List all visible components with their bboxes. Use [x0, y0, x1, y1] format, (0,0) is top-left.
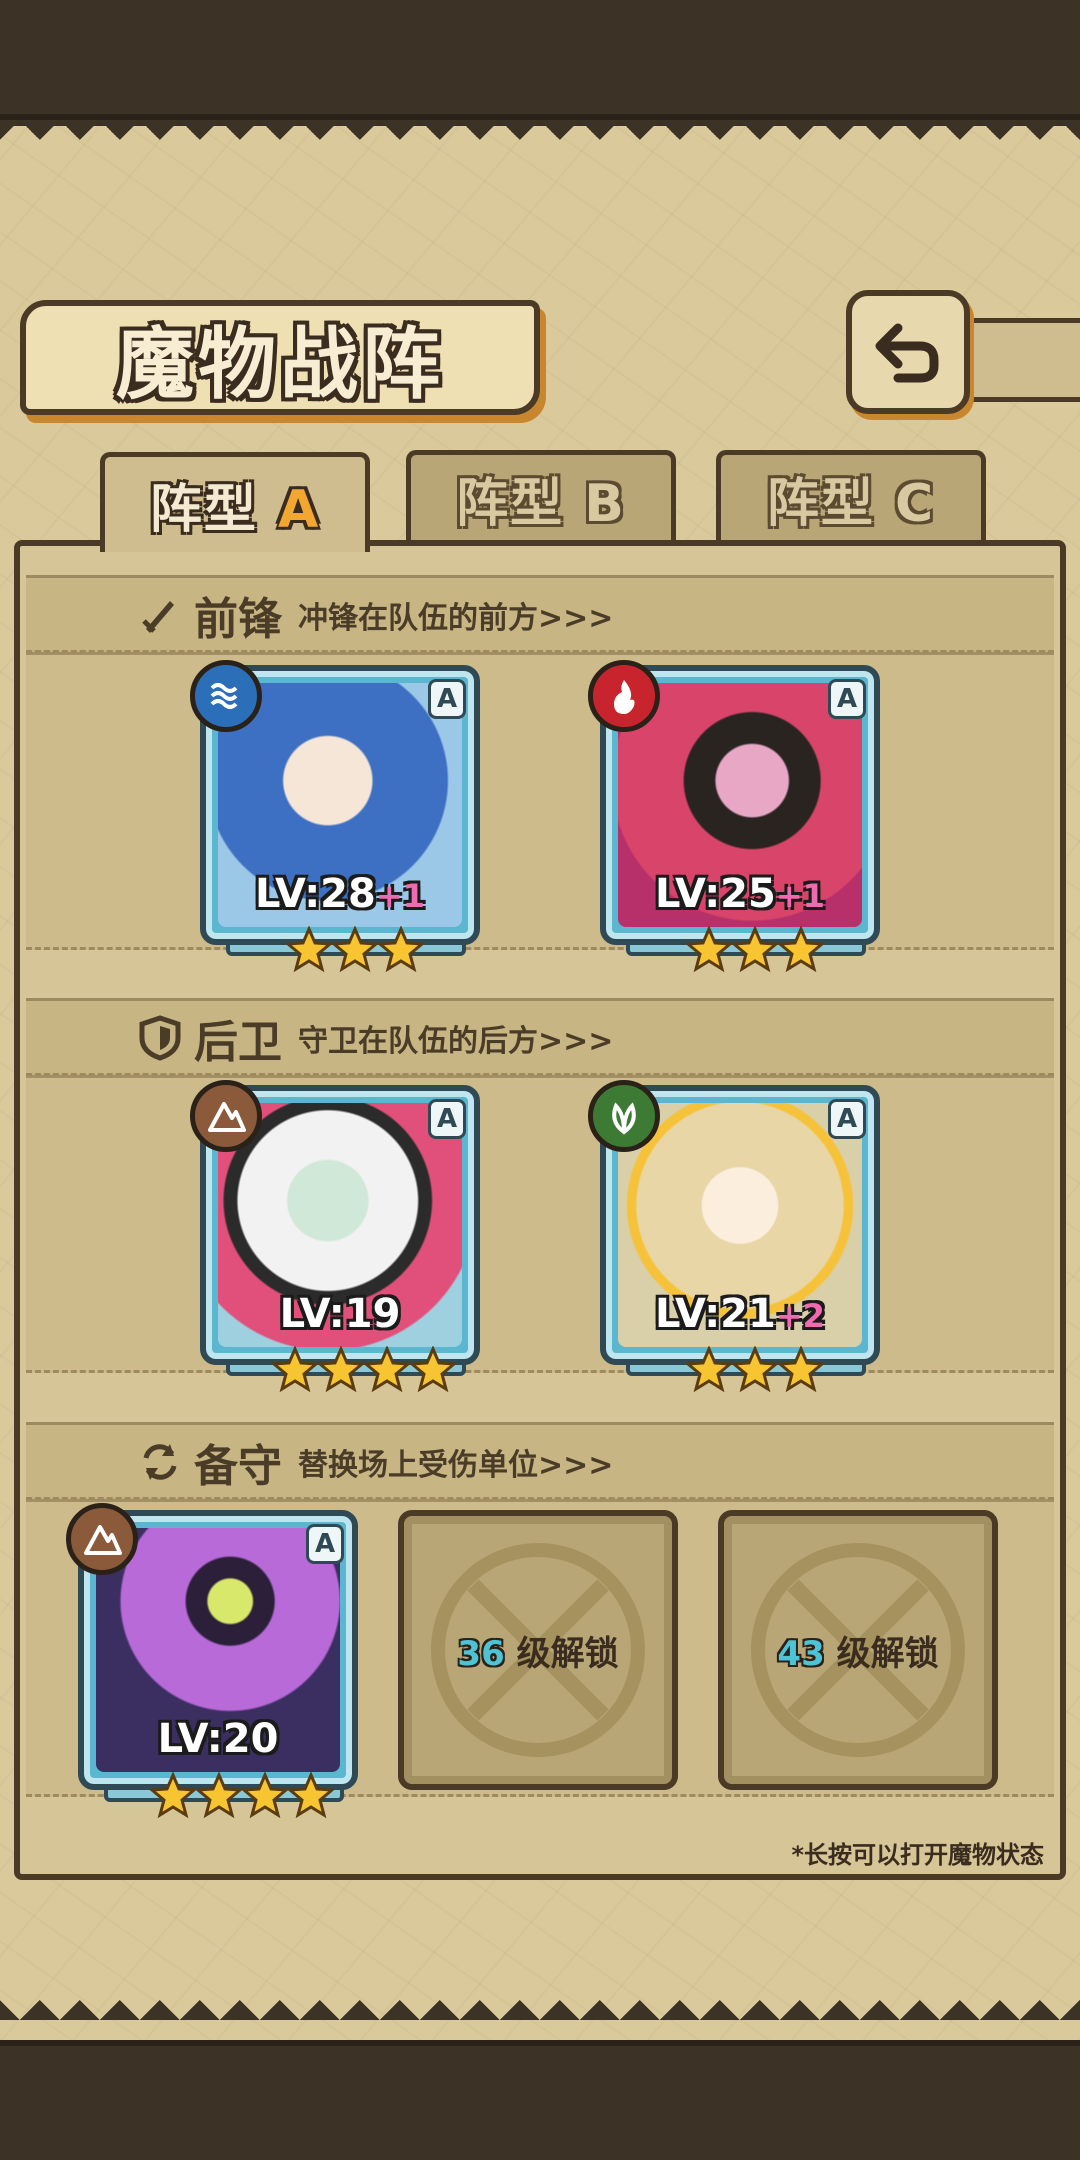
star-icon	[318, 1346, 364, 1392]
level-label: LV:28+1	[255, 871, 425, 917]
star-icon	[686, 1346, 732, 1392]
shield-icon	[139, 1015, 181, 1061]
top-zigzag-edge	[0, 120, 1080, 160]
front-row-band	[26, 650, 1054, 950]
star-icon	[286, 926, 332, 972]
sword-icon	[142, 601, 174, 633]
star-icon	[778, 926, 824, 972]
section-header-rear: 后卫 守卫在队伍的后方>>>	[26, 998, 1054, 1078]
star-icon	[778, 1346, 824, 1392]
locked-slot[interactable]: 36 级解锁	[398, 1510, 678, 1790]
level-label: LV:21+2	[655, 1291, 825, 1337]
unlock-level-text: 36 级解锁	[457, 1633, 619, 1674]
rank-badge: A	[428, 1099, 466, 1139]
star-rating	[686, 926, 824, 976]
section-header-front: 前锋 冲锋在队伍的前方>>>	[26, 575, 1054, 655]
section-header-reserve: 备守 替换场上受伤单位>>>	[26, 1422, 1054, 1502]
section-title: 前锋	[194, 594, 282, 645]
star-icon	[242, 1772, 288, 1818]
level-label: LV:19	[279, 1291, 401, 1337]
tab-formation-b[interactable]: 阵型 B	[406, 450, 676, 542]
star-icon	[288, 1772, 334, 1818]
wood-element-icon	[588, 1080, 660, 1152]
section-desc: 守卫在队伍的后方>>>	[298, 1024, 614, 1059]
rank-badge: A	[828, 679, 866, 719]
level-label: LV:20	[157, 1716, 279, 1762]
star-icon	[332, 926, 378, 972]
fire-element-icon	[588, 660, 660, 732]
bottom-zigzag-edge	[0, 2000, 1080, 2040]
page-title: 魔物战阵	[115, 318, 444, 410]
star-icon	[272, 1346, 318, 1392]
star-icon	[732, 926, 778, 972]
star-rating	[286, 926, 424, 976]
page-title-plate: 魔物战阵	[20, 300, 540, 415]
locked-slot[interactable]: 43 级解锁	[718, 1510, 998, 1790]
level-label: LV:25+1	[655, 871, 825, 917]
star-rating	[150, 1772, 334, 1822]
rear-row-band	[26, 1073, 1054, 1373]
rank-badge: A	[828, 1099, 866, 1139]
water-element-icon	[190, 660, 262, 732]
earth-element-icon	[66, 1503, 138, 1575]
tab-label: 阵型 A	[149, 480, 321, 540]
section-title: 后卫	[194, 1017, 282, 1068]
long-press-hint: *长按可以打开魔物状态	[791, 1841, 1044, 1869]
star-icon	[150, 1772, 196, 1818]
rank-badge: A	[306, 1524, 344, 1564]
unlock-level-text: 43 级解锁	[777, 1633, 939, 1674]
star-icon	[196, 1772, 242, 1818]
back-button[interactable]	[846, 290, 970, 414]
bottom-border-band	[0, 2040, 1080, 2160]
top-border-band	[0, 0, 1080, 120]
star-icon	[378, 926, 424, 972]
star-icon	[364, 1346, 410, 1392]
star-rating	[686, 1346, 824, 1396]
earth-element-icon	[190, 1080, 262, 1152]
star-icon	[686, 926, 732, 972]
rank-badge: A	[428, 679, 466, 719]
section-desc: 冲锋在队伍的前方>>>	[298, 601, 614, 636]
star-icon	[732, 1346, 778, 1392]
swap-icon	[143, 1444, 177, 1480]
tab-label: 阵型 C	[766, 474, 936, 534]
section-desc: 替换场上受伤单位>>>	[298, 1448, 614, 1483]
section-title: 备守	[194, 1441, 282, 1492]
star-icon	[410, 1346, 456, 1392]
tab-label: 阵型 B	[456, 474, 626, 534]
back-arrow-icon	[875, 323, 939, 383]
tab-formation-a[interactable]: 阵型 A	[100, 452, 370, 552]
tab-formation-c[interactable]: 阵型 C	[716, 450, 986, 542]
star-rating	[272, 1346, 456, 1396]
